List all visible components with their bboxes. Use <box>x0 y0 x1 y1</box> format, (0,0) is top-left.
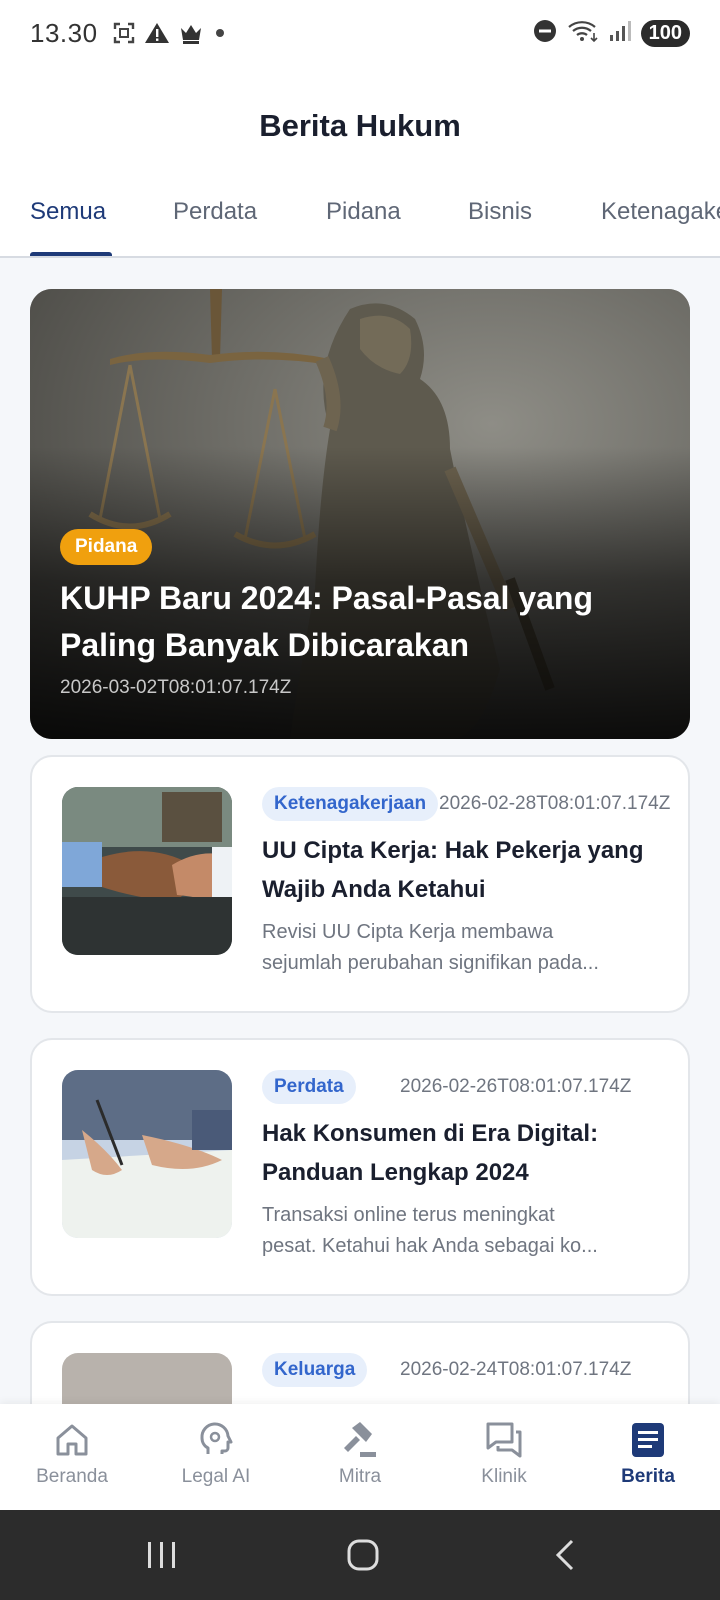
ai-brain-icon <box>144 1418 288 1462</box>
article-category-badge: Ketenagakerjaan <box>262 787 439 821</box>
chat-icon <box>432 1418 576 1462</box>
wifi-icon <box>567 19 599 48</box>
battery-indicator: 100 <box>640 19 690 47</box>
news-icon <box>576 1418 720 1462</box>
page-title: Berita Hukum <box>259 108 461 143</box>
gavel-icon <box>288 1418 432 1462</box>
news-feed[interactable]: Pidana KUHP Baru 2024: Pasal-Pasal yang … <box>0 258 720 1404</box>
article-date: 2026-02-26T08:01:07.174Z <box>400 1076 632 1097</box>
article-title: UU Cipta Kerja: Hak Pekerja yang Wajib A… <box>262 837 644 903</box>
featured-category-badge: Pidana <box>60 529 153 565</box>
status-system-icons: 100 <box>533 19 690 48</box>
active-tab-indicator <box>30 252 112 256</box>
signal-icon <box>609 19 631 48</box>
article-category-badge: Perdata <box>262 1070 356 1104</box>
warning-icon <box>144 21 170 45</box>
dot-icon <box>212 21 228 45</box>
article-date: 2026-02-24T08:01:07.174Z <box>400 1359 632 1380</box>
article-date: 2026-02-28T08:01:07.174Z <box>439 793 671 814</box>
nav-beranda[interactable]: Beranda <box>0 1418 144 1488</box>
article-card[interactable]: Keluarga 2026-02-24T08:01:07.174Z <box>30 1321 690 1404</box>
tab-perdata[interactable]: Perdata <box>173 198 257 226</box>
crown-icon <box>178 21 204 45</box>
article-thumbnail <box>62 787 232 955</box>
app-header: Berita Hukum <box>0 66 720 186</box>
bottom-navigation: Beranda Legal AI Mitra Klinik Berita <box>0 1404 720 1510</box>
recent-apps-button[interactable] <box>132 1532 192 1578</box>
tab-ketenagakerjaan[interactable]: Ketenagakerjaan <box>601 198 720 226</box>
back-button[interactable] <box>535 1532 595 1578</box>
home-button[interactable] <box>333 1532 393 1578</box>
featured-date: 2026-03-02T08:01:07.174Z <box>60 677 292 698</box>
system-navigation-bar <box>0 1510 720 1600</box>
nav-mitra[interactable]: Mitra <box>288 1418 432 1488</box>
category-tabs: Semua Perdata Pidana Bisnis Ketenagakerj… <box>0 186 720 258</box>
tab-semua[interactable]: Semua <box>30 198 106 226</box>
status-bar: 13.30 100 <box>0 0 720 66</box>
featured-article-card[interactable]: Pidana KUHP Baru 2024: Pasal-Pasal yang … <box>30 289 690 739</box>
screenshot-icon <box>112 21 136 45</box>
article-category-badge: Keluarga <box>262 1353 368 1387</box>
nav-berita[interactable]: Berita <box>576 1418 720 1488</box>
nav-legal-ai[interactable]: Legal AI <box>144 1418 288 1488</box>
featured-title: KUHP Baru 2024: Pasal-Pasal yang Paling … <box>60 580 593 663</box>
status-notification-icons <box>112 21 228 45</box>
article-summary: Revisi UU Cipta Kerja membawa sejumlah p… <box>262 921 599 974</box>
article-card[interactable]: Ketenagakerjaan 2026-02-28T08:01:07.174Z… <box>30 755 690 1013</box>
tab-bisnis[interactable]: Bisnis <box>468 198 532 226</box>
tab-pidana[interactable]: Pidana <box>326 198 401 226</box>
home-icon <box>0 1418 144 1462</box>
status-time: 13.30 <box>30 17 98 48</box>
article-thumbnail <box>62 1353 232 1404</box>
nav-klinik[interactable]: Klinik <box>432 1418 576 1488</box>
do-not-disturb-icon <box>533 19 557 48</box>
article-card[interactable]: Perdata 2026-02-26T08:01:07.174Z Hak Kon… <box>30 1038 690 1296</box>
article-summary: Transaksi online terus meningkat pesat. … <box>262 1204 598 1257</box>
article-title: Hak Konsumen di Era Digital: Panduan Len… <box>262 1120 599 1186</box>
article-thumbnail <box>62 1070 232 1238</box>
